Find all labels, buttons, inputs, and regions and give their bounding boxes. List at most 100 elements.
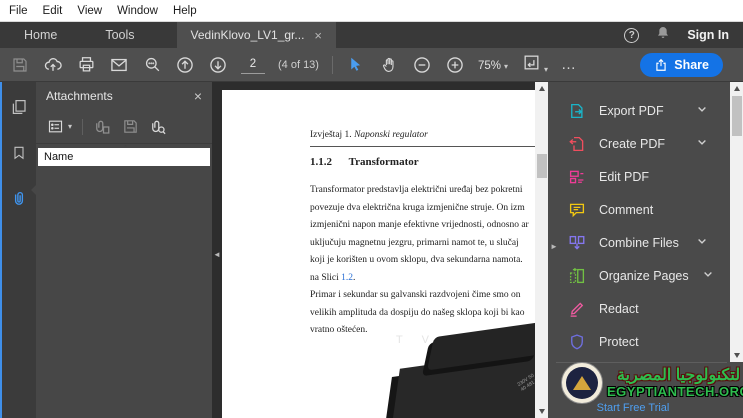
share-button[interactable]: Share: [640, 53, 723, 77]
chevron-down-icon[interactable]: ▾: [68, 122, 72, 131]
comment-icon: [568, 201, 586, 219]
tool-label: Create PDF: [599, 137, 665, 151]
previous-page-icon[interactable]: [175, 55, 195, 75]
scroll-up-icon[interactable]: [535, 82, 548, 95]
scrollbar-thumb[interactable]: [537, 154, 547, 178]
save-icon[interactable]: [10, 55, 30, 75]
acrobat-window: File Edit View Window Help Home Tools Ve…: [0, 0, 743, 418]
open-attachment-icon[interactable]: [93, 118, 111, 136]
tools-panel-scrollbar[interactable]: [730, 82, 743, 362]
chevron-down-icon[interactable]: [696, 103, 708, 118]
zoom-level-dropdown[interactable]: 75%▾: [478, 56, 508, 74]
tools-panel: ► Export PDF Create PDF: [548, 82, 743, 418]
create-pdf-icon: [568, 135, 586, 153]
text-line: velikih amplituda da dospiju do našeg sk…: [310, 305, 529, 323]
tool-label: Protect: [599, 335, 639, 349]
tool-protect[interactable]: Protect: [548, 325, 716, 358]
attachments-title: Attachments: [46, 89, 113, 103]
chevron-down-icon: ▾: [504, 62, 508, 71]
attachments-panel: Attachments × ▾ Name: [36, 82, 212, 418]
tab-home[interactable]: Home: [0, 22, 81, 48]
scrollbar-thumb[interactable]: [732, 96, 742, 136]
page-fit-icon: [521, 52, 541, 72]
page-number-input[interactable]: [241, 56, 265, 74]
hand-tool-icon[interactable]: [379, 55, 399, 75]
tab-document[interactable]: VedinKlovo_LV1_gr... ×: [177, 22, 336, 48]
search-attachments-icon[interactable]: [149, 118, 167, 136]
attachments-paperclip-icon[interactable]: [10, 190, 28, 213]
email-icon[interactable]: [109, 55, 129, 75]
tab-tools[interactable]: Tools: [81, 22, 158, 48]
close-icon[interactable]: ×: [194, 88, 202, 104]
tools-list: Export PDF Create PDF: [548, 94, 716, 358]
tabbar-right: ? Sign In: [624, 22, 743, 48]
save-attachment-icon[interactable]: [121, 118, 139, 136]
more-tools-icon[interactable]: …: [561, 56, 577, 73]
help-icon[interactable]: ?: [624, 28, 639, 43]
document-area: ◄ Izvještaj 1. Naponski regulator 1.1.2 …: [212, 82, 548, 418]
page-thumbnails-icon[interactable]: [10, 98, 28, 121]
egyptiantech-watermark: لتكنولوجيا المصرية EGYPTIANTECH.ORG: [561, 360, 741, 406]
redact-icon: [568, 300, 586, 318]
select-tool-icon[interactable]: [346, 55, 366, 75]
list-options-icon[interactable]: [46, 118, 64, 136]
section-number: 1.1.2: [310, 156, 332, 168]
tool-combine-files[interactable]: Combine Files: [548, 226, 716, 259]
menu-help[interactable]: Help: [173, 5, 197, 17]
tool-label: Comment: [599, 203, 653, 217]
tool-create-pdf[interactable]: Create PDF: [548, 127, 716, 160]
zoom-level-value: 75%: [478, 60, 501, 72]
next-page-icon[interactable]: [208, 55, 228, 75]
scroll-up-icon[interactable]: [730, 82, 743, 95]
main-toolbar: (4 of 13) 75%▾ ▾ … Share: [0, 48, 743, 82]
tvz-watermark: T V: [396, 334, 437, 346]
running-header: Izvještaj 1. Naponski regulator: [310, 130, 428, 140]
zoom-out-icon[interactable]: [412, 55, 432, 75]
bookmarks-icon[interactable]: [11, 145, 27, 166]
figure-reference-link[interactable]: 1.2: [341, 273, 353, 283]
menu-bar: File Edit View Window Help: [0, 0, 743, 22]
close-icon[interactable]: ×: [314, 29, 322, 42]
collapse-panel-arrow-icon[interactable]: ◄: [213, 250, 221, 259]
tool-comment[interactable]: Comment: [548, 193, 716, 226]
print-icon[interactable]: [76, 55, 96, 75]
watermark-texts: لتكنولوجيا المصرية EGYPTIANTECH.ORG: [607, 368, 743, 398]
chevron-down-icon[interactable]: [702, 268, 714, 283]
attachments-toolbar: ▾: [36, 110, 212, 144]
page-fit-dropdown[interactable]: ▾: [521, 52, 548, 77]
chevron-down-icon[interactable]: [696, 136, 708, 151]
tool-label: Organize Pages: [599, 269, 689, 283]
zoom-in-icon[interactable]: [445, 55, 465, 75]
notifications-bell-icon[interactable]: [655, 25, 671, 46]
text-line: izmjenični napon manje efektivne vrijedn…: [310, 217, 529, 235]
menu-file[interactable]: File: [9, 5, 28, 17]
tool-label: Redact: [599, 302, 639, 316]
workspace: Attachments × ▾ Name: [0, 82, 743, 418]
menu-view[interactable]: View: [77, 5, 102, 17]
sign-in-button[interactable]: Sign In: [687, 28, 729, 42]
transformer-figure: T V 230V 50 40 481 11: [382, 328, 548, 418]
running-header-title: Naponski regulator: [354, 130, 428, 140]
tool-edit-pdf[interactable]: Edit PDF: [548, 160, 716, 193]
menu-window[interactable]: Window: [117, 5, 158, 17]
attachments-name-column-header[interactable]: Name ˆ: [38, 148, 210, 166]
toolbar-divider: [332, 56, 333, 74]
tool-label: Combine Files: [599, 236, 679, 250]
running-header-label: Izvještaj 1.: [310, 130, 352, 140]
cloud-upload-icon[interactable]: [43, 55, 63, 75]
export-pdf-icon: [568, 102, 586, 120]
pyramid-icon: [573, 376, 591, 390]
tool-label: Edit PDF: [599, 170, 649, 184]
scroll-down-icon[interactable]: [535, 405, 548, 418]
text-line: koji je korišten u ovom sklopu, dva seku…: [310, 252, 529, 270]
chevron-down-icon[interactable]: [696, 235, 708, 250]
search-icon[interactable]: [142, 55, 162, 75]
section-title: Transformator: [349, 156, 419, 168]
document-scrollbar[interactable]: [535, 82, 548, 418]
organize-pages-icon: [568, 267, 586, 285]
tool-export-pdf[interactable]: Export PDF: [548, 94, 716, 127]
share-label: Share: [674, 58, 709, 72]
tool-organize-pages[interactable]: Organize Pages: [548, 259, 716, 292]
menu-edit[interactable]: Edit: [43, 5, 63, 17]
tool-redact[interactable]: Redact: [548, 292, 716, 325]
